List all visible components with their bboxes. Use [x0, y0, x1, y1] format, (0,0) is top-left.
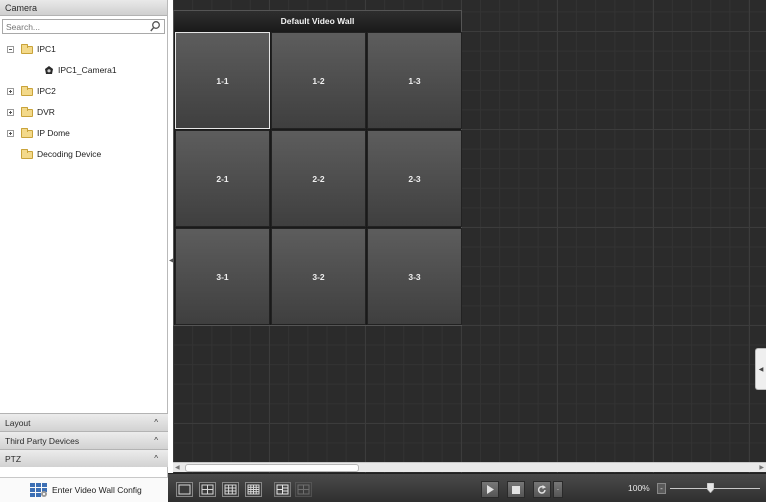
custom-layout-button[interactable] — [274, 482, 291, 497]
section-label: Layout — [5, 418, 31, 428]
tree-node-label: IPC1_Camera1 — [58, 65, 117, 75]
tree-node-ipc1-camera1[interactable]: IPC1_Camera1 — [0, 60, 167, 81]
tree-node-decoding-device[interactable]: Decoding Device — [0, 144, 167, 165]
search-icon[interactable] — [149, 20, 161, 33]
screen-1-1[interactable]: 1-1 — [175, 32, 270, 129]
tree-node-label: IPC2 — [37, 86, 56, 96]
section-ptz[interactable]: PTZ ^ — [0, 449, 168, 467]
screen-label: 1-1 — [216, 75, 229, 86]
screen-label: 3-1 — [216, 271, 229, 282]
screen-2-2[interactable]: 2-2 — [271, 130, 366, 227]
device-tree: IPC1 IPC1_Camera1 IPC2 DVR IP Dome Decod… — [0, 39, 167, 165]
screen-label: 1-3 — [408, 75, 421, 86]
refresh-button[interactable] — [533, 481, 551, 498]
video-wall: Default Video Wall 1-1 1-2 1-3 2-1 2-2 2… — [173, 10, 462, 326]
layout-4x4-button[interactable] — [245, 482, 262, 497]
zoom-level-label: 100% — [628, 483, 650, 493]
screen-1-2[interactable]: 1-2 — [271, 32, 366, 129]
section-layout[interactable]: Layout ^ — [0, 413, 168, 431]
tree-node-ipc1[interactable]: IPC1 — [0, 39, 167, 60]
chevron-up-icon[interactable]: ^ — [154, 414, 158, 432]
refresh-icon — [537, 485, 546, 494]
camera-panel-header[interactable]: Camera — [0, 0, 167, 16]
expand-toggle-icon[interactable] — [7, 130, 14, 137]
screen-2-1[interactable]: 2-1 — [175, 130, 270, 227]
search-input[interactable] — [3, 20, 143, 33]
play-button[interactable] — [481, 481, 499, 498]
tree-node-label: IP Dome — [37, 128, 70, 138]
chevron-up-icon[interactable]: ^ — [154, 450, 158, 468]
section-label: PTZ — [5, 454, 22, 464]
scroll-right-icon[interactable]: ▶ — [759, 463, 764, 473]
camera-panel-title: Camera — [5, 3, 38, 13]
tree-node-label: DVR — [37, 107, 55, 117]
layout-3x3-button[interactable] — [222, 482, 239, 497]
enter-video-wall-config-button[interactable]: Enter Video Wall Config — [0, 477, 168, 502]
screen-label: 3-2 — [312, 271, 325, 282]
screen-3-1[interactable]: 3-1 — [175, 228, 270, 325]
layout-1x1-icon — [178, 484, 191, 495]
screen-label: 2-2 — [312, 173, 325, 184]
video-wall-canvas: Default Video Wall 1-1 1-2 1-3 2-1 2-2 2… — [173, 0, 766, 484]
camera-icon — [45, 66, 53, 74]
tree-node-label: IPC1 — [37, 44, 56, 54]
zoom-slider-track[interactable] — [670, 488, 760, 489]
layout-2x2-button[interactable] — [199, 482, 216, 497]
tree-node-ipc2[interactable]: IPC2 — [0, 81, 167, 102]
stop-icon — [512, 486, 520, 494]
video-wall-config-icon — [30, 483, 47, 497]
expand-toggle-icon[interactable] — [7, 88, 14, 95]
scroll-left-icon[interactable]: ◀ — [175, 463, 180, 473]
folder-icon — [21, 44, 33, 54]
search-box — [2, 19, 165, 34]
section-label: Third Party Devices — [5, 436, 80, 446]
left-panel: Camera IPC1 IPC1_Camera1 IPC2 — [0, 0, 168, 502]
tree-node-dvr[interactable]: DVR — [0, 102, 167, 123]
tree-node-label: Decoding Device — [37, 149, 102, 159]
screen-label: 2-3 — [408, 173, 421, 184]
folder-icon — [21, 128, 33, 138]
stop-button[interactable] — [507, 481, 525, 498]
scrollbar-thumb[interactable] — [185, 464, 359, 472]
collapse-toggle-icon[interactable] — [7, 46, 14, 53]
layout-2x2-icon — [201, 484, 214, 495]
screen-3-3[interactable]: 3-3 — [367, 228, 462, 325]
layout-disabled-button[interactable] — [295, 482, 312, 497]
screen-label: 3-3 — [408, 271, 421, 282]
zoom-out-button[interactable]: - — [657, 483, 666, 494]
screen-label: 1-2 — [312, 75, 325, 86]
folder-icon — [21, 149, 33, 159]
screen-1-3[interactable]: 1-3 — [367, 32, 462, 129]
custom-layout-icon — [276, 484, 289, 495]
folder-icon — [21, 107, 33, 117]
video-wall-title: Default Video Wall — [174, 11, 461, 31]
expand-right-panel-icon[interactable]: ◀ — [755, 348, 766, 390]
screen-3-2[interactable]: 3-2 — [271, 228, 366, 325]
layout-3x3-icon — [224, 484, 237, 495]
expand-toggle-icon[interactable] — [7, 109, 14, 116]
tree-node-ip-dome[interactable]: IP Dome — [0, 123, 167, 144]
chevron-up-icon[interactable]: ^ — [154, 432, 158, 450]
layout-4x4-icon — [247, 484, 260, 495]
play-icon — [487, 485, 494, 494]
bottom-toolbar: · 100% - — [168, 473, 766, 502]
layout-grid-icon — [297, 484, 310, 495]
layout-1x1-button[interactable] — [176, 482, 193, 497]
chevron-down-icon: · — [556, 485, 560, 494]
refresh-dropdown-button[interactable]: · — [553, 481, 563, 498]
zoom-slider-thumb[interactable] — [707, 483, 714, 493]
screen-label: 2-1 — [216, 173, 229, 184]
section-third-party-devices[interactable]: Third Party Devices ^ — [0, 431, 168, 449]
folder-icon — [21, 86, 33, 96]
horizontal-scrollbar[interactable]: ◀ ▶ — [173, 462, 766, 472]
enter-video-wall-config-label: Enter Video Wall Config — [52, 485, 142, 495]
screen-2-3[interactable]: 2-3 — [367, 130, 462, 227]
